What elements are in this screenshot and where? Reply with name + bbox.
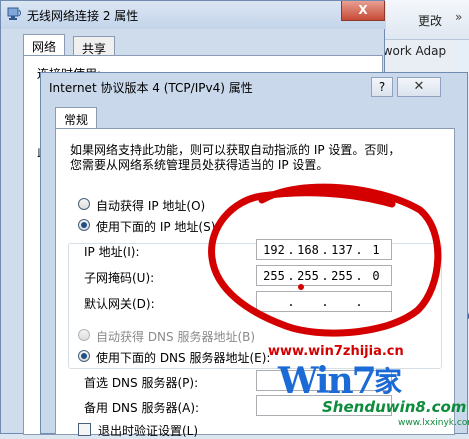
- annotation-dot: [298, 284, 304, 290]
- watermark-logo: Win7: [278, 360, 377, 402]
- watermark-brand: Shenduwin8.com: [322, 398, 467, 416]
- watermark-url-secondary: www.lxxinyk.com: [398, 418, 469, 428]
- watermark-home-char: 家: [374, 365, 403, 398]
- watermark-url: www.win7zhijia.cn: [268, 344, 404, 359]
